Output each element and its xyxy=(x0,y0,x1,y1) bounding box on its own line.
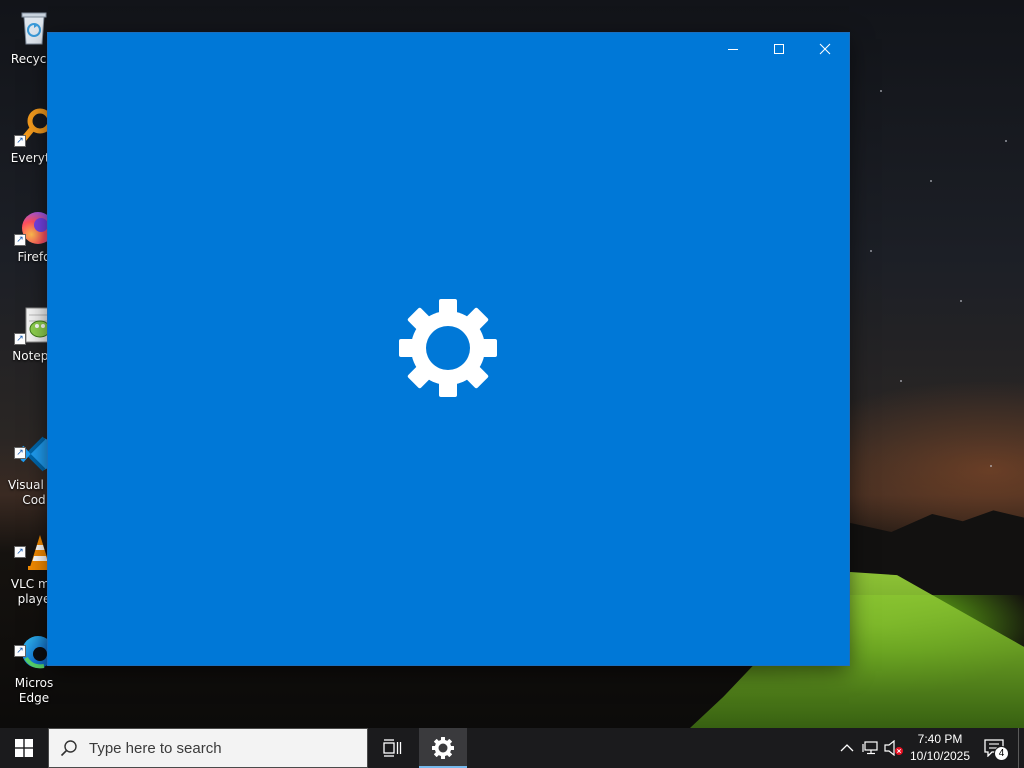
star xyxy=(1005,140,1007,142)
taskbar: Type here to search 7:40 PM 10/10/2025 4 xyxy=(0,728,1024,768)
title-bar[interactable] xyxy=(48,33,849,65)
shortcut-arrow-icon: ↗ xyxy=(14,546,26,558)
gear-icon xyxy=(432,737,454,759)
minimize-button[interactable] xyxy=(710,33,756,65)
close-icon xyxy=(819,43,831,55)
taskbar-settings-app[interactable] xyxy=(419,728,467,768)
show-hidden-icons-button[interactable] xyxy=(835,728,859,768)
task-view-button[interactable] xyxy=(368,728,416,768)
shortcut-arrow-icon: ↗ xyxy=(14,447,26,459)
star xyxy=(880,90,882,92)
search-icon xyxy=(49,728,89,768)
gear-icon xyxy=(399,299,497,397)
settings-window[interactable] xyxy=(48,33,849,665)
maximize-button[interactable] xyxy=(756,33,802,65)
star xyxy=(900,380,902,382)
taskbar-clock[interactable]: 7:40 PM 10/10/2025 xyxy=(906,730,974,766)
volume-button[interactable] xyxy=(882,728,906,768)
shortcut-arrow-icon: ↗ xyxy=(14,234,26,246)
search-placeholder: Type here to search xyxy=(89,739,222,757)
maximize-icon xyxy=(774,44,784,54)
action-center-button[interactable]: 4 xyxy=(978,728,1010,768)
minimize-icon xyxy=(728,49,738,50)
star xyxy=(870,250,872,252)
star xyxy=(990,465,992,467)
taskbar-search-box[interactable]: Type here to search xyxy=(48,728,368,768)
start-button[interactable] xyxy=(0,728,48,768)
clock-time: 7:40 PM xyxy=(917,732,963,746)
windows-logo-icon xyxy=(15,739,33,757)
chevron-up-icon xyxy=(840,744,854,752)
shortcut-arrow-icon: ↗ xyxy=(14,645,26,657)
star xyxy=(930,180,932,182)
desktop-icon-label: Micros Edge xyxy=(14,676,54,705)
show-desktop-button[interactable] xyxy=(1018,728,1024,768)
shortcut-arrow-icon: ↗ xyxy=(14,135,26,147)
close-button[interactable] xyxy=(802,33,848,65)
network-button[interactable] xyxy=(859,728,883,768)
shortcut-arrow-icon: ↗ xyxy=(14,333,26,345)
network-icon xyxy=(862,741,878,755)
volume-muted-icon xyxy=(884,740,903,756)
clock-date: 10/10/2025 xyxy=(909,749,971,763)
task-view-icon xyxy=(383,739,402,757)
notification-count-badge: 4 xyxy=(994,746,1009,761)
star xyxy=(960,300,962,302)
